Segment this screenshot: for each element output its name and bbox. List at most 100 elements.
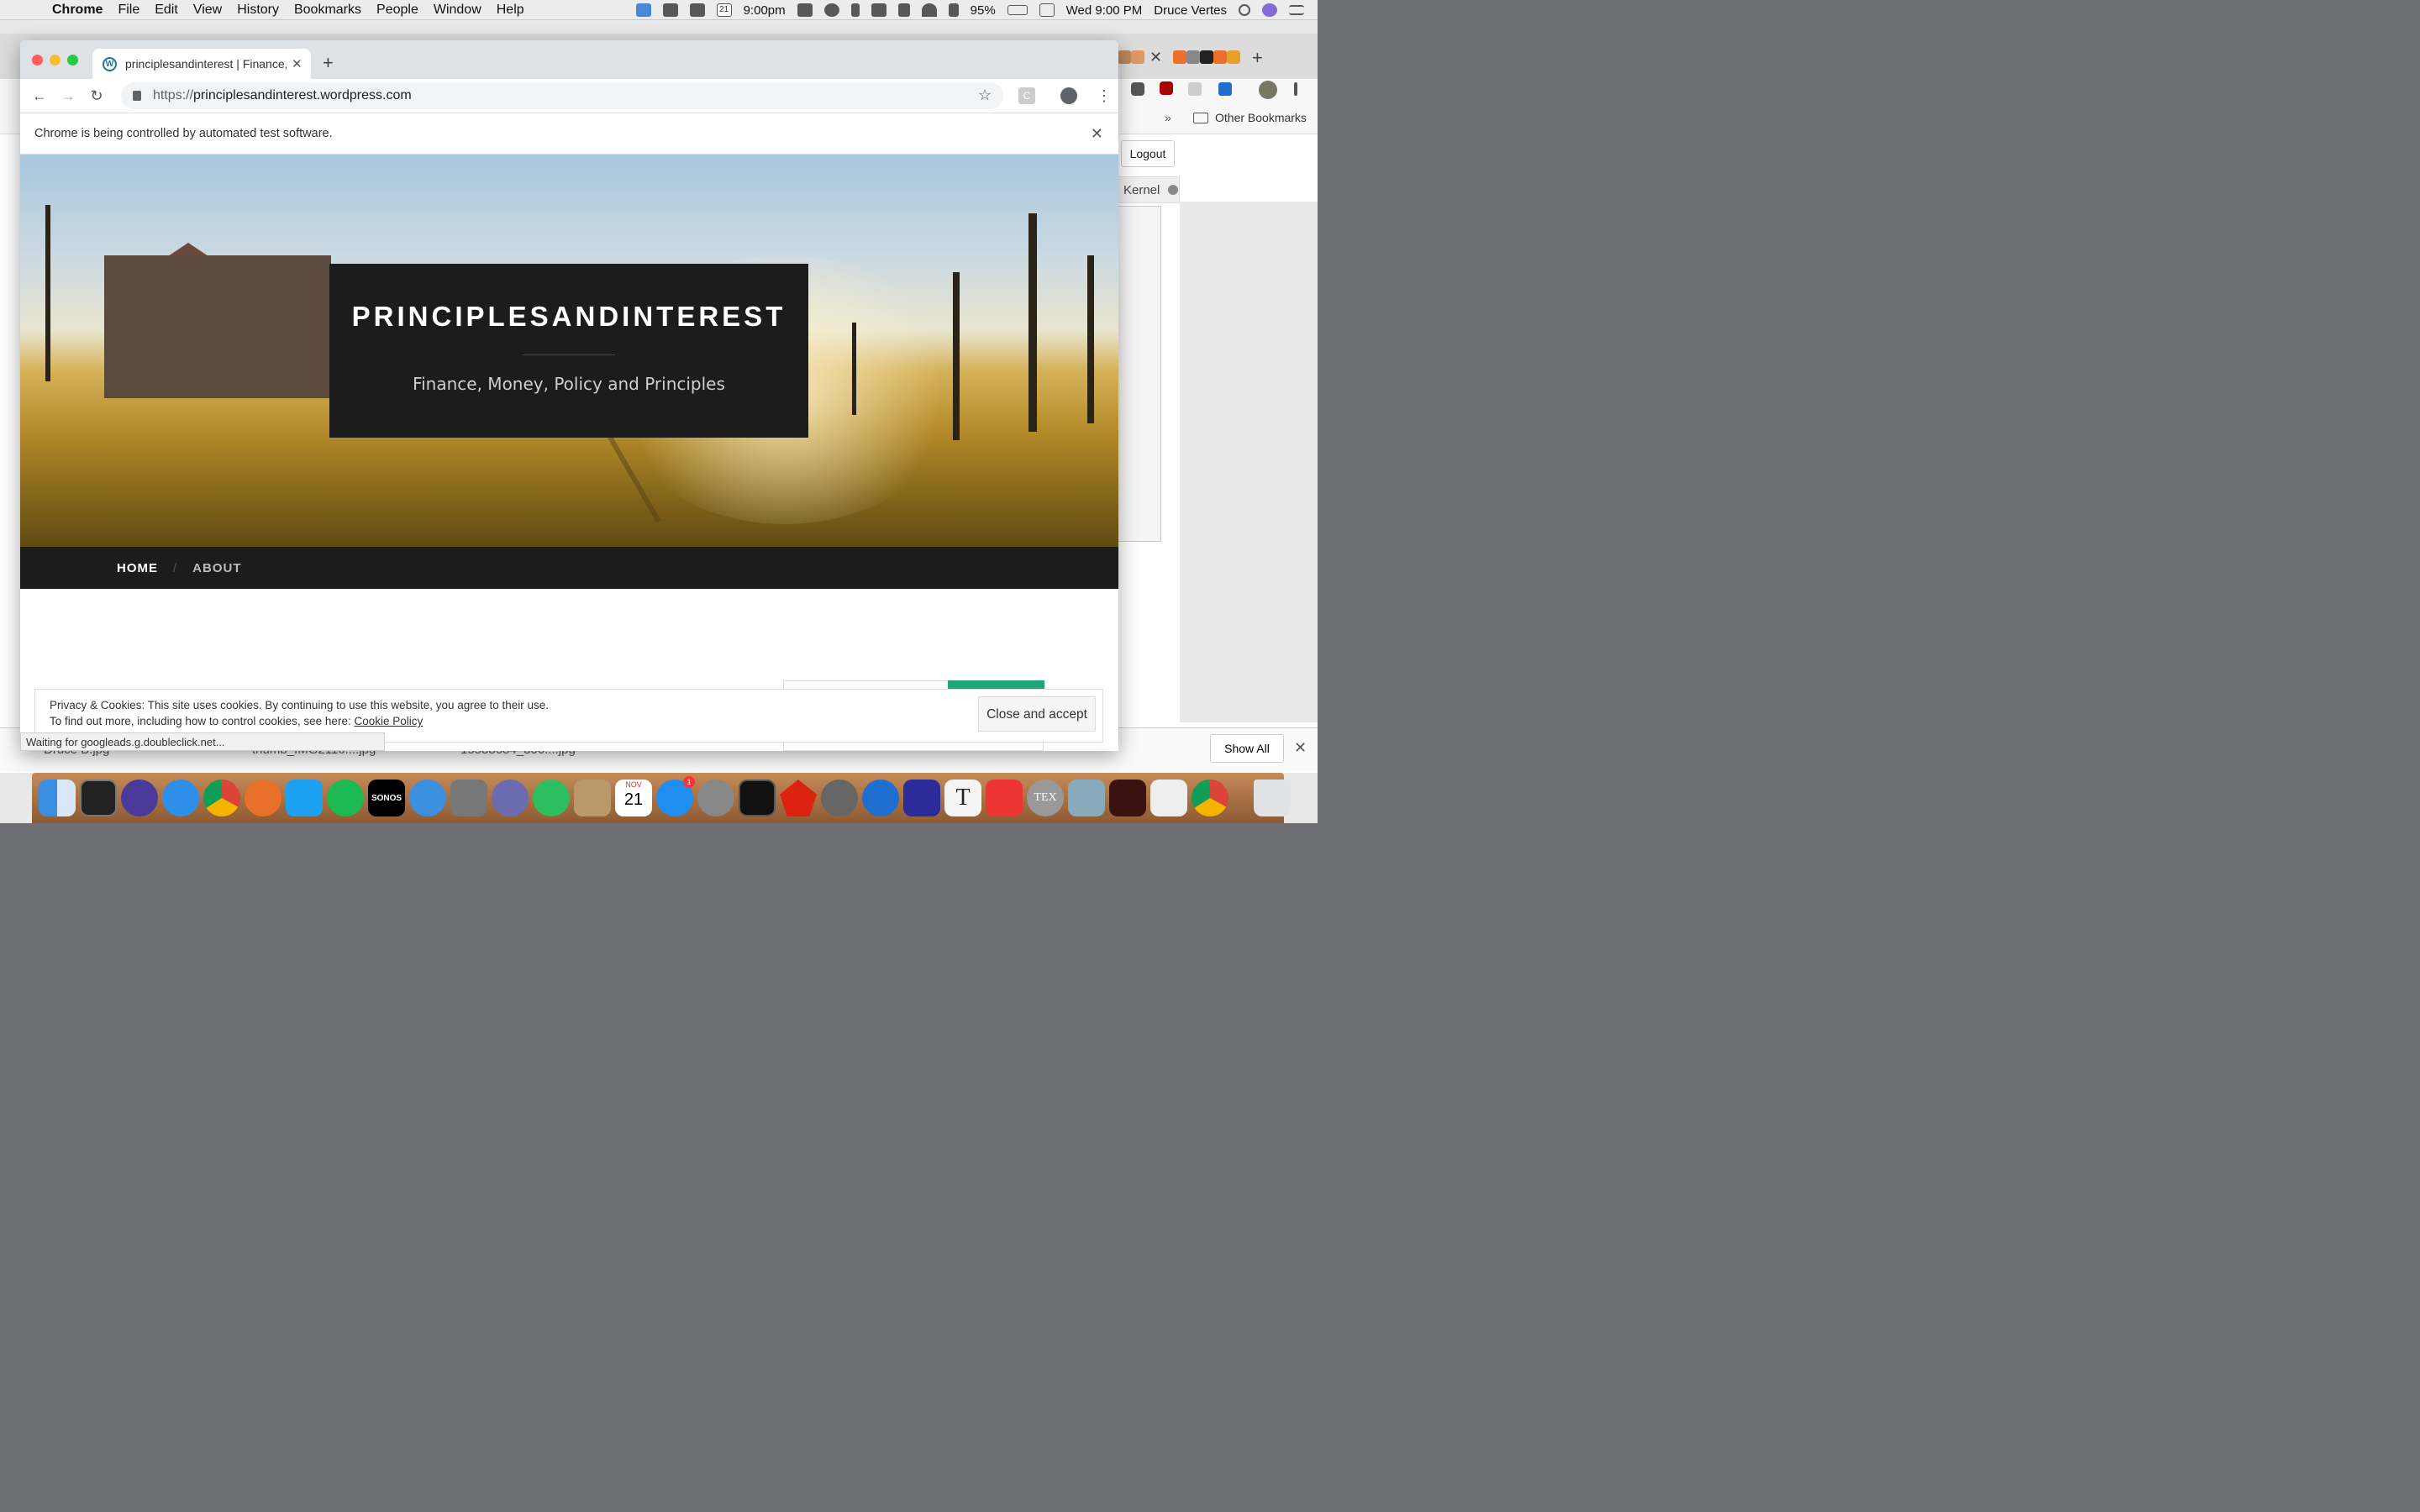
profile-avatar[interactable]: [1259, 81, 1277, 99]
pocket-extension-icon[interactable]: [1131, 82, 1144, 96]
menu-help[interactable]: Help: [497, 3, 524, 18]
minimize-window-button[interactable]: [50, 55, 60, 66]
menubar-clock-short[interactable]: 9:00pm: [744, 3, 786, 18]
tab-close-icon[interactable]: ✕: [292, 56, 302, 71]
menu-edit[interactable]: Edit: [155, 3, 178, 18]
bg-tab-favicon[interactable]: [1227, 50, 1240, 64]
site-title[interactable]: PRINCIPLESANDINTEREST: [329, 301, 808, 333]
app-dock-icon[interactable]: [492, 780, 529, 816]
bg-tab-favicon[interactable]: [1213, 50, 1227, 64]
back-arrow-icon[interactable]: ←: [25, 87, 54, 105]
textedit-dock-icon[interactable]: [1150, 780, 1187, 816]
cloud-status-icon[interactable]: [689, 3, 705, 17]
airplay-icon[interactable]: [871, 3, 886, 17]
firefox-dock-icon[interactable]: [245, 780, 281, 816]
finder-dock-icon[interactable]: [39, 780, 76, 816]
logout-button[interactable]: Logout: [1121, 140, 1175, 167]
menu-bookmarks[interactable]: Bookmarks: [294, 3, 361, 18]
other-bookmarks[interactable]: Other Bookmarks: [1193, 111, 1307, 124]
active-tab[interactable]: W principlesandinterest | Finance, Money…: [92, 49, 311, 79]
bg-tab-close-icon[interactable]: ✕: [1150, 49, 1162, 66]
sonos-dock-icon[interactable]: SONOS: [368, 780, 405, 816]
zoom-window-button[interactable]: [67, 55, 78, 66]
volume-icon[interactable]: [948, 3, 959, 17]
evernote-status-icon[interactable]: [797, 3, 813, 17]
typora-dock-icon[interactable]: T: [944, 780, 981, 816]
downloads-bar-close-icon[interactable]: ✕: [1294, 739, 1307, 757]
pdf-dock-icon[interactable]: [986, 780, 1023, 816]
nav-about[interactable]: ABOUT: [192, 561, 241, 575]
close-window-button[interactable]: [32, 55, 43, 66]
forward-arrow-icon[interactable]: →: [54, 87, 82, 105]
chrome-dock-icon[interactable]: [1192, 780, 1228, 816]
teamviewer-dock-icon[interactable]: [862, 780, 899, 816]
app-dock-icon[interactable]: [903, 780, 940, 816]
wifi-icon[interactable]: [921, 3, 937, 17]
bg-tab-favicon[interactable]: [1118, 50, 1131, 64]
flash-dock-icon[interactable]: [1109, 780, 1146, 816]
battery-icon[interactable]: [1007, 5, 1028, 15]
menu-view[interactable]: View: [193, 3, 222, 18]
menu-window[interactable]: Window: [434, 3, 481, 18]
spotlight-search-icon[interactable]: [1239, 4, 1250, 16]
bookmark-star-icon[interactable]: ☆: [978, 87, 992, 104]
address-bar[interactable]: https://principlesandinterest.wordpress.…: [121, 82, 1003, 109]
menu-people[interactable]: People: [376, 3, 418, 18]
spotify-dock-icon[interactable]: [327, 780, 364, 816]
tex-dock-icon[interactable]: TEX: [1027, 780, 1064, 816]
calendar-dock-icon[interactable]: NOV 21: [615, 780, 652, 816]
preview-dock-icon[interactable]: [1068, 780, 1105, 816]
chrome-menu-icon[interactable]: ⋮: [1096, 87, 1113, 104]
notification-center-icon[interactable]: [1289, 5, 1304, 15]
close-and-accept-button[interactable]: Close and accept: [978, 696, 1096, 732]
time-machine-icon[interactable]: [823, 3, 839, 17]
menubar-user[interactable]: Druce Vertes: [1154, 3, 1227, 18]
ublock-extension-icon[interactable]: [1160, 81, 1173, 95]
dropbox-status-icon[interactable]: [662, 3, 678, 17]
menu-app-name[interactable]: Chrome: [52, 3, 103, 18]
activity-monitor-dock-icon[interactable]: [739, 780, 776, 816]
teamviewer-status-icon[interactable]: [635, 3, 651, 17]
chrome-dock-icon[interactable]: [203, 780, 240, 816]
system-preferences-dock-icon[interactable]: [697, 780, 734, 816]
menu-file[interactable]: File: [118, 3, 139, 18]
siri-icon[interactable]: [1262, 3, 1277, 17]
app-dock-icon[interactable]: [574, 780, 611, 816]
evernote-dock-icon[interactable]: [533, 780, 570, 816]
terminal-dock-icon[interactable]: [80, 780, 117, 816]
app-store-dock-icon[interactable]: 1: [656, 776, 695, 816]
menu-history[interactable]: History: [237, 3, 279, 18]
menubar-datetime[interactable]: Wed 9:00 PM: [1066, 3, 1143, 18]
bg-menu-icon[interactable]: [1294, 82, 1297, 96]
messages-dock-icon[interactable]: [409, 780, 446, 816]
calculator-dock-icon[interactable]: [450, 780, 487, 816]
bg-tab-favicon[interactable]: [1186, 50, 1200, 64]
infobar-close-icon[interactable]: ✕: [1091, 125, 1103, 143]
bg-new-tab-icon[interactable]: +: [1252, 47, 1263, 69]
profile-icon[interactable]: [1060, 87, 1077, 104]
vpn-extension-icon[interactable]: [1218, 82, 1232, 96]
bookmarks-overflow-icon[interactable]: »: [1165, 111, 1171, 124]
bg-tab-favicon[interactable]: [1200, 50, 1213, 64]
nav-home[interactable]: HOME: [117, 561, 158, 575]
css-extension-icon[interactable]: [1188, 82, 1202, 96]
battery-percent[interactable]: 95%: [971, 3, 996, 18]
new-tab-icon[interactable]: +: [323, 52, 334, 74]
safari-dock-icon[interactable]: [162, 780, 199, 816]
siri-dock-icon[interactable]: [121, 780, 158, 816]
bg-tab-favicon[interactable]: [1173, 50, 1186, 64]
calendar-status-icon[interactable]: 21: [716, 3, 732, 17]
show-all-downloads-button[interactable]: Show All: [1210, 734, 1284, 763]
keyboard-icon[interactable]: [1039, 3, 1055, 17]
app-dock-icon[interactable]: [821, 780, 858, 816]
kernel-indicator[interactable]: Kernel: [1118, 176, 1180, 203]
phone-icon[interactable]: [897, 3, 910, 17]
pokerstars-dock-icon[interactable]: [780, 780, 817, 816]
twitter-dock-icon[interactable]: [286, 780, 323, 816]
cookie-policy-link[interactable]: Cookie Policy: [354, 715, 423, 727]
bg-tab-favicon[interactable]: [1131, 50, 1144, 64]
bluetooth-icon[interactable]: [850, 3, 860, 17]
reload-icon[interactable]: ↻: [82, 87, 111, 105]
extension-c-icon[interactable]: C: [1018, 87, 1035, 104]
trash-dock-icon[interactable]: [1254, 780, 1291, 816]
